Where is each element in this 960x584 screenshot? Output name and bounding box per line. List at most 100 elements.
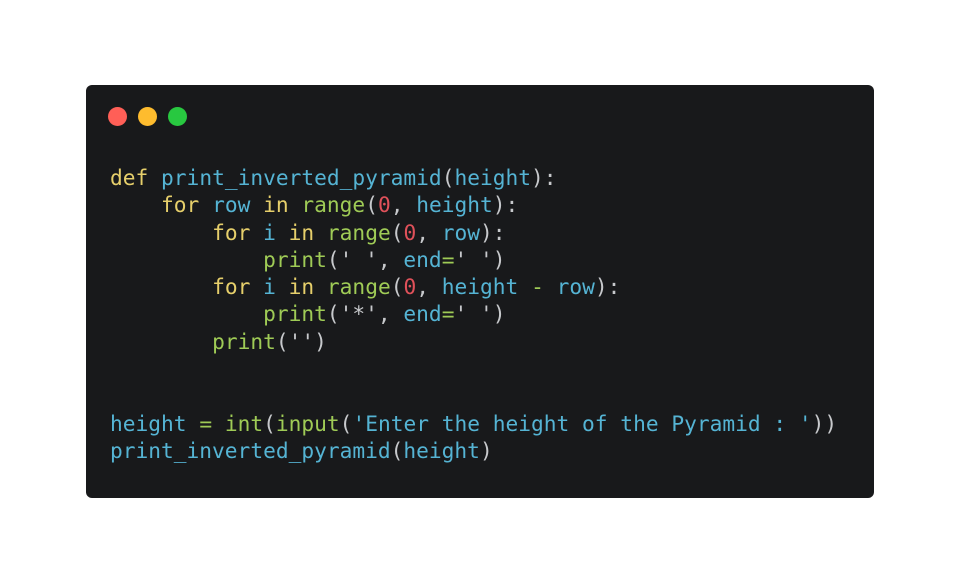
code-token: height: [416, 192, 493, 218]
code-token: )): [811, 410, 838, 436]
code-token: int: [224, 410, 264, 436]
code-token: i: [263, 219, 276, 245]
code-token: =: [441, 246, 455, 272]
code-line: for i in range(0, height - row):: [110, 273, 837, 300]
code-token: (: [339, 410, 353, 436]
code-token: ,: [377, 246, 404, 272]
code-token: ):: [480, 219, 506, 245]
code-line: for row in range(0, height):: [110, 191, 837, 218]
code-token: -: [531, 274, 544, 300]
code-token: for: [212, 219, 251, 245]
code-token: range: [301, 192, 366, 218]
code-token: end: [403, 246, 442, 272]
code-token: 0: [403, 274, 417, 300]
code-token: (: [326, 301, 340, 327]
code-token: =: [199, 410, 213, 436]
code-token: range: [326, 274, 391, 300]
code-token: (: [390, 437, 404, 463]
code-token: '': [288, 328, 315, 354]
code-line: print(''): [110, 328, 837, 355]
maximize-dot-icon[interactable]: [168, 107, 187, 126]
code-token: ,: [390, 192, 417, 218]
code-token: (: [326, 246, 340, 272]
code-token: input: [275, 410, 340, 436]
code-token: =: [441, 301, 455, 327]
code-line: print_inverted_pyramid(height): [110, 437, 837, 464]
code-token: range: [326, 219, 391, 245]
code-line: for i in range(0, row):: [110, 219, 837, 246]
code-token: i: [263, 274, 276, 300]
code-block: def print_inverted_pyramid(height): for …: [110, 164, 837, 464]
code-token: 0: [403, 219, 417, 245]
code-token: (: [365, 192, 378, 218]
code-token: ): [492, 301, 506, 327]
code-token: ,: [416, 274, 442, 300]
code-token: ' ': [454, 246, 493, 272]
code-token: ):: [492, 192, 519, 218]
close-dot-icon[interactable]: [108, 107, 127, 126]
code-token: row: [441, 219, 481, 245]
code-token: height: [110, 410, 187, 436]
code-token: in: [288, 219, 315, 245]
code-line: height = int(input('Enter the height of …: [110, 410, 837, 437]
code-token: def: [110, 165, 149, 190]
code-token: (: [390, 274, 404, 300]
code-token: (: [275, 328, 289, 354]
code-line: def print_inverted_pyramid(height):: [110, 164, 837, 191]
code-token: row: [212, 192, 251, 218]
code-token: height: [454, 165, 531, 190]
code-token: ): [314, 328, 327, 354]
code-token: for: [161, 192, 200, 218]
code-token: print: [212, 328, 276, 354]
code-token: height: [403, 437, 480, 463]
window-controls: [108, 107, 187, 126]
code-token: '*': [339, 301, 378, 327]
code-token: (: [390, 219, 404, 245]
code-token: ): [492, 246, 506, 272]
code-token: end: [403, 301, 442, 327]
code-token: print_inverted_pyramid: [110, 437, 391, 463]
code-token: ):: [594, 274, 621, 300]
code-token: print: [263, 246, 327, 272]
code-token: print: [263, 301, 327, 327]
code-token: in: [263, 192, 289, 218]
code-token: height: [441, 274, 519, 300]
code-token: 'Enter the height of the Pyramid : ': [352, 410, 812, 436]
minimize-dot-icon[interactable]: [138, 107, 157, 126]
code-token: (: [441, 165, 455, 190]
code-line: print(' ', end=' '): [110, 246, 837, 273]
code-token: (: [263, 410, 276, 436]
code-window: def print_inverted_pyramid(height): for …: [86, 85, 874, 498]
code-token: ' ': [454, 301, 493, 327]
code-token: ): [479, 437, 493, 463]
code-token: ):: [531, 165, 557, 190]
code-token: in: [288, 274, 315, 300]
code-token: ' ': [339, 246, 378, 272]
code-token: ,: [377, 301, 404, 327]
code-token: print_inverted_pyramid: [161, 165, 442, 190]
code-line: print('*', end=' '): [110, 300, 837, 327]
code-token: 0: [377, 192, 391, 218]
code-token: row: [556, 274, 595, 300]
